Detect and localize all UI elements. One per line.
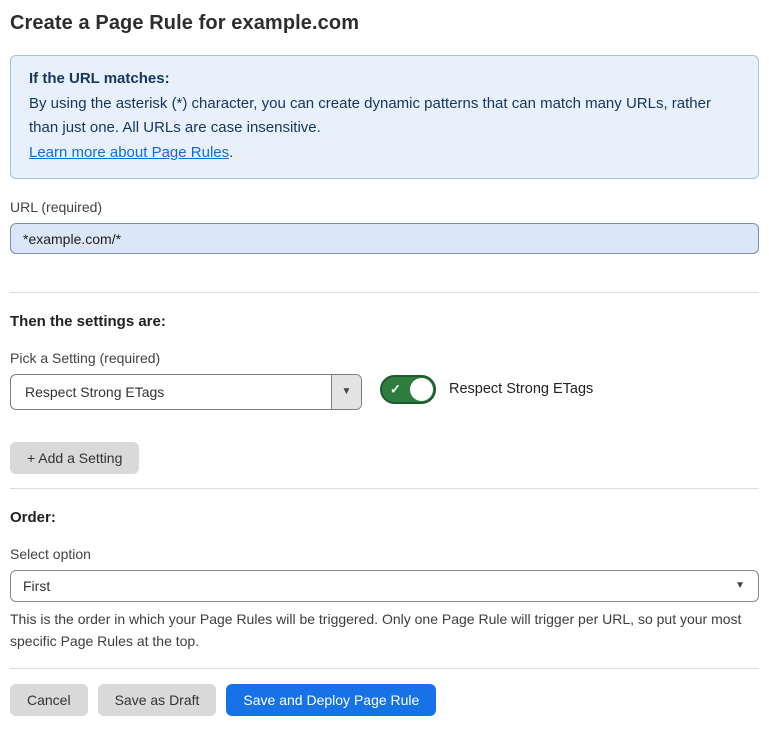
url-field-label: URL (required) (10, 199, 759, 215)
order-section-heading: Order: (10, 509, 759, 526)
cancel-button[interactable]: Cancel (10, 684, 88, 716)
url-matches-info-box: If the URL matches: By using the asteris… (10, 55, 759, 179)
order-help-text: This is the order in which your Page Rul… (10, 608, 759, 652)
pick-setting-label: Pick a Setting (required) (10, 350, 759, 366)
order-select-label: Select option (10, 546, 759, 562)
chevron-down-icon: ▼ (735, 581, 745, 591)
add-setting-button[interactable]: + Add a Setting (10, 442, 139, 474)
page-title: Create a Page Rule for example.com (10, 12, 759, 35)
create-page-rule-panel: Create a Page Rule for example.com If th… (0, 0, 769, 732)
divider (10, 292, 759, 293)
url-input[interactable] (10, 223, 759, 254)
check-icon: ✓ (390, 381, 401, 397)
info-box-heading: If the URL matches: (29, 67, 740, 92)
setting-dropdown-arrow-button[interactable]: ▼ (331, 375, 361, 409)
learn-more-link[interactable]: Learn more about Page Rules (29, 144, 229, 161)
save-draft-button[interactable]: Save as Draft (98, 684, 217, 716)
link-suffix: . (229, 144, 233, 161)
save-deploy-button[interactable]: Save and Deploy Page Rule (226, 684, 436, 716)
setting-toggle[interactable]: ✓ (380, 375, 436, 404)
settings-section-heading: Then the settings are: (10, 313, 759, 330)
setting-toggle-label: Respect Strong ETags (449, 374, 593, 405)
info-box-link-line: Learn more about Page Rules. (29, 141, 740, 166)
setting-row: Respect Strong ETags ▼ ✓ Respect Strong … (10, 374, 759, 410)
setting-dropdown-value: Respect Strong ETags (11, 375, 331, 409)
order-dropdown[interactable]: First ▼ (10, 570, 759, 602)
order-dropdown-value: First (23, 578, 50, 594)
chevron-down-icon: ▼ (342, 387, 352, 397)
info-box-body: By using the asterisk (*) character, you… (29, 92, 740, 141)
divider (10, 488, 759, 489)
setting-dropdown[interactable]: Respect Strong ETags ▼ (10, 374, 362, 410)
toggle-knob (410, 378, 433, 401)
footer-actions: Cancel Save as Draft Save and Deploy Pag… (10, 668, 759, 732)
